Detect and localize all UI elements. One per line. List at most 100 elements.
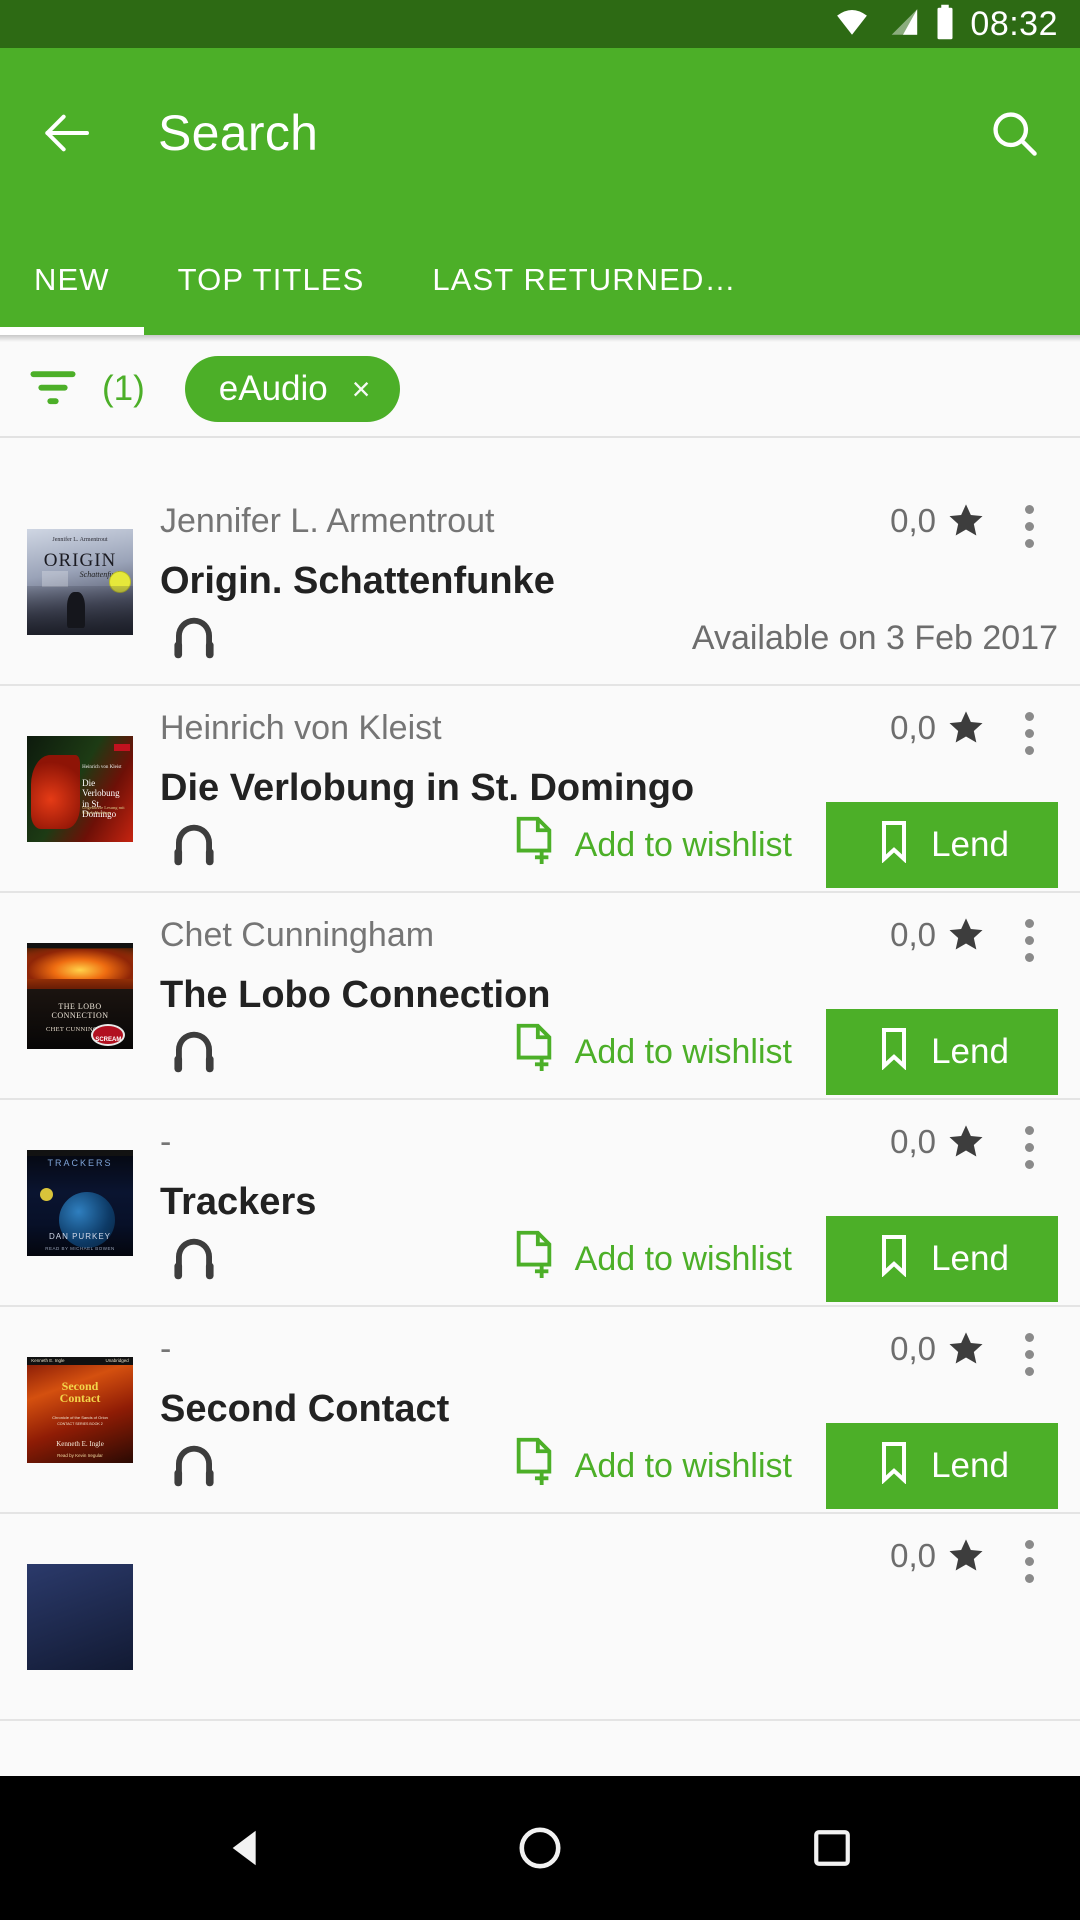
close-icon[interactable]: ×	[352, 373, 371, 405]
app-bar: Search NEW TOP TITLES LAST RETURNED…	[0, 48, 1080, 335]
dot	[1024, 1556, 1034, 1566]
app-bar-top: Search	[0, 48, 1080, 218]
dot	[1024, 1573, 1034, 1583]
row-actions: Add to wishlist Lend	[160, 1006, 1080, 1098]
document-add-icon	[511, 1437, 557, 1496]
bookmark-icon	[875, 1233, 913, 1286]
bookmark-icon	[875, 819, 913, 872]
headphones-icon	[164, 1229, 224, 1289]
status-bar: 08:32	[0, 0, 1080, 48]
rating-value: 0,0	[890, 1537, 936, 1574]
headphones-icon	[164, 1022, 224, 1082]
add-to-wishlist-button[interactable]: Add to wishlist	[511, 1023, 792, 1082]
lend-label: Lend	[931, 1239, 1009, 1278]
status-badge: 0,0	[890, 1122, 986, 1162]
table-row[interactable]: 0,0	[0, 1514, 1080, 1721]
add-to-wishlist-button[interactable]: Add to wishlist	[511, 1437, 792, 1496]
dot	[1024, 1349, 1034, 1359]
headphones-icon	[164, 1436, 224, 1496]
filter-chip-eaudio[interactable]: eAudio ×	[184, 356, 401, 422]
book-cover[interactable]: Jennifer L. Armentrout ORIGIN Schattenfu…	[27, 528, 133, 635]
status-badge: 0,0	[890, 1536, 986, 1576]
star-icon[interactable]	[946, 501, 986, 541]
lend-button[interactable]: Lend	[826, 1423, 1058, 1509]
book-cover[interactable]	[27, 1563, 133, 1670]
overflow-menu-icon[interactable]	[1006, 1532, 1052, 1590]
lend-button[interactable]: Lend	[826, 1216, 1058, 1302]
table-row[interactable]: TRACKERS DAN PURKEY READ BY MICHAEL BOWE…	[0, 1100, 1080, 1307]
rating-value: 0,0	[890, 502, 936, 539]
lend-label: Lend	[931, 825, 1009, 864]
table-row[interactable]: Jennifer L. Armentrout ORIGIN Schattenfu…	[0, 479, 1080, 686]
status-bar-clock: 08:32	[970, 4, 1058, 43]
rating-value: 0,0	[890, 1330, 936, 1367]
row-actions: Add to wishlist Lend	[160, 1213, 1080, 1305]
back-triangle-icon[interactable]	[212, 1812, 284, 1884]
overflow-menu-icon[interactable]	[1006, 911, 1052, 969]
row-body: - Trackers 0,0 Add to wishlist Lend	[160, 1100, 1080, 1305]
headphones-icon	[164, 608, 224, 668]
lend-button[interactable]: Lend	[826, 802, 1058, 888]
tab-top-titles-label: TOP TITLES	[177, 262, 365, 297]
dot	[1024, 1142, 1034, 1152]
tab-active-indicator	[0, 327, 144, 335]
add-to-wishlist-label: Add to wishlist	[574, 825, 792, 864]
home-circle-icon[interactable]	[504, 1812, 576, 1884]
star-icon[interactable]	[946, 1329, 986, 1369]
table-row[interactable]: Kenneth E. Ingle Unabridged Second Contac…	[0, 1307, 1080, 1514]
overflow-menu-icon[interactable]	[1006, 704, 1052, 762]
headphones-icon	[164, 815, 224, 875]
dot	[1024, 918, 1034, 928]
add-to-wishlist-button[interactable]: Add to wishlist	[511, 816, 792, 875]
filter-chip-label: eAudio	[218, 369, 328, 408]
dot	[1024, 711, 1034, 721]
recents-square-icon[interactable]	[796, 1812, 868, 1884]
star-icon[interactable]	[946, 1122, 986, 1162]
book-cover[interactable]: THE LOBO CONNECTION CHET CUNNINGHAM SCREA…	[27, 942, 133, 1049]
bookmark-icon	[875, 1440, 913, 1493]
add-to-wishlist-button[interactable]: Add to wishlist	[511, 1230, 792, 1289]
search-icon[interactable]	[982, 101, 1046, 165]
page-title: Search	[158, 105, 319, 161]
tab-new[interactable]: NEW	[0, 225, 144, 335]
app-bar-shadow	[0, 335, 1080, 342]
availability-text: Available on 3 Feb 2017	[691, 618, 1058, 657]
book-cover[interactable]: Heinrich von Kleist Die Verlobung in St. …	[27, 735, 133, 842]
dot	[1024, 1366, 1034, 1376]
lend-label: Lend	[931, 1446, 1009, 1485]
status-badge: 0,0	[890, 1329, 986, 1369]
status-badge: 0,0	[890, 708, 986, 748]
table-row[interactable]: Heinrich von Kleist Die Verlobung in St. …	[0, 686, 1080, 893]
dot	[1024, 504, 1034, 514]
status-bar-icons	[832, 4, 956, 45]
dot	[1024, 745, 1034, 755]
overflow-menu-icon[interactable]	[1006, 497, 1052, 555]
row-body: Jennifer L. Armentrout Origin. Schattenf…	[160, 479, 1080, 684]
bookmark-icon	[875, 1026, 913, 1079]
overflow-menu-icon[interactable]	[1006, 1118, 1052, 1176]
android-nav-bar	[0, 1776, 1080, 1920]
table-row[interactable]: THE LOBO CONNECTION CHET CUNNINGHAM SCREA…	[0, 893, 1080, 1100]
add-to-wishlist-label: Add to wishlist	[574, 1239, 792, 1278]
back-arrow-icon[interactable]	[34, 101, 98, 165]
star-icon[interactable]	[946, 915, 986, 955]
row-body: Chet Cunningham The Lobo Connection 0,0	[160, 893, 1080, 1098]
book-cover[interactable]: Kenneth E. Ingle Unabridged Second Contac…	[27, 1356, 133, 1463]
star-icon[interactable]	[946, 1536, 986, 1576]
document-add-icon	[511, 1230, 557, 1289]
add-to-wishlist-label: Add to wishlist	[574, 1032, 792, 1071]
result-list[interactable]: Jennifer L. Armentrout ORIGIN Schattenfu…	[0, 479, 1080, 1721]
tab-last-returned[interactable]: LAST RETURNED…	[398, 225, 770, 335]
row-body: - Second Contact 0,0 Add to wishlist Len…	[160, 1307, 1080, 1512]
lend-label: Lend	[931, 1032, 1009, 1071]
filter-icon[interactable]	[26, 364, 80, 415]
row-actions: Available on 3 Feb 2017	[160, 592, 1080, 684]
tab-top-titles[interactable]: TOP TITLES	[144, 225, 399, 335]
overflow-menu-icon[interactable]	[1006, 1325, 1052, 1383]
star-icon[interactable]	[946, 708, 986, 748]
filter-bar: (1) eAudio ×	[0, 342, 1080, 438]
rating-value: 0,0	[890, 1123, 936, 1160]
dot	[1024, 538, 1034, 548]
book-cover[interactable]: TRACKERS DAN PURKEY READ BY MICHAEL BOWE…	[27, 1149, 133, 1256]
lend-button[interactable]: Lend	[826, 1009, 1058, 1095]
